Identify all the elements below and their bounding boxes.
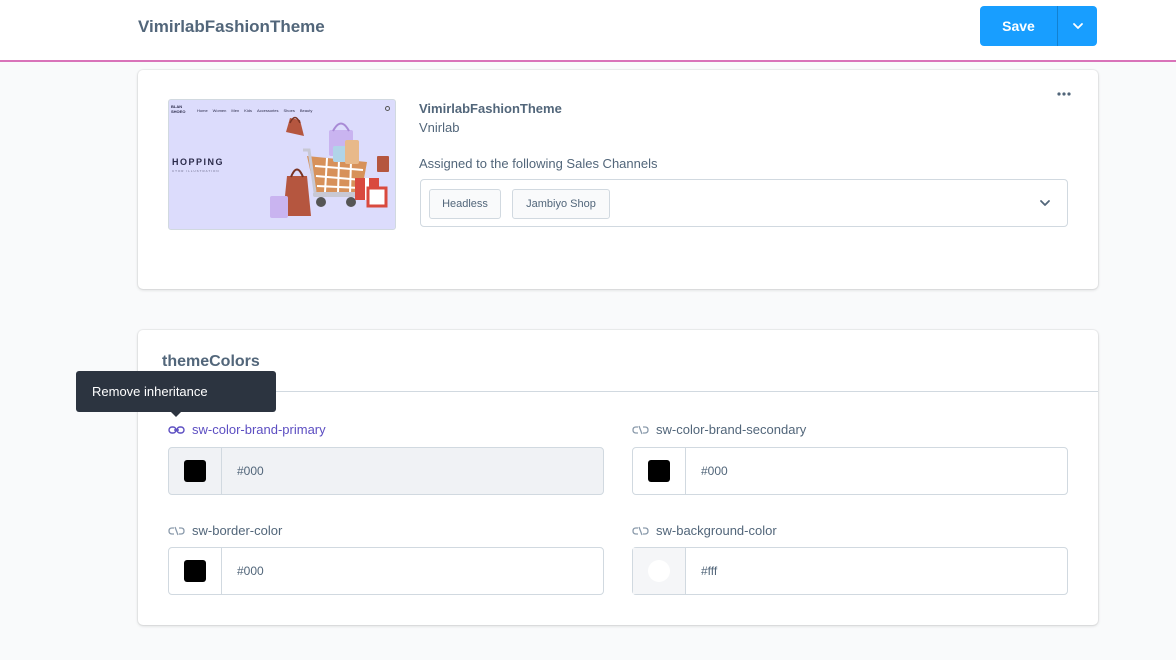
sales-channel-chip[interactable]: Jambiyo Shop xyxy=(512,189,610,219)
save-button-group: Save xyxy=(980,6,1097,46)
field-label-background-color: sw-background-color xyxy=(632,523,777,538)
color-picker-trigger[interactable] xyxy=(169,548,222,594)
color-picker-trigger[interactable] xyxy=(633,448,686,494)
color-picker-trigger[interactable] xyxy=(169,448,222,494)
color-value-input[interactable]: #000 xyxy=(222,548,264,594)
field-label-border-color: sw-border-color xyxy=(168,523,282,538)
more-actions-button[interactable] xyxy=(1052,86,1076,102)
theme-preview-image: BLAN SHOEO Home Women Men Kids Accessories Sho… xyxy=(168,99,396,230)
top-bar: VimirlabFashionTheme Save xyxy=(0,0,1176,62)
sales-channels-select[interactable]: Headless Jambiyo Shop xyxy=(420,179,1068,227)
broken-link-icon[interactable] xyxy=(632,425,649,435)
tooltip-arrow xyxy=(170,411,182,417)
broken-link-icon[interactable] xyxy=(168,526,185,536)
color-swatch xyxy=(184,560,206,582)
field-label-brand-secondary: sw-color-brand-secondary xyxy=(632,422,806,437)
color-value-input[interactable]: #fff xyxy=(686,548,717,594)
shopping-cart-illustration xyxy=(270,116,389,218)
color-picker-trigger[interactable] xyxy=(633,548,686,594)
page-title: VimirlabFashionTheme xyxy=(138,17,325,36)
field-label-text: sw-color-brand-primary xyxy=(192,422,326,437)
sales-channel-chip[interactable]: Headless xyxy=(429,189,501,219)
color-field-brand-secondary[interactable]: #000 xyxy=(632,447,1068,495)
field-label-brand-primary: sw-color-brand-primary xyxy=(168,422,326,437)
save-options-button[interactable] xyxy=(1057,6,1097,46)
theme-author: Vnirlab xyxy=(419,120,460,135)
color-swatch xyxy=(184,460,206,482)
color-field-brand-primary[interactable]: #000 xyxy=(168,447,604,495)
color-value-input[interactable]: #000 xyxy=(686,448,728,494)
sales-channels-label: Assigned to the following Sales Channels xyxy=(419,156,658,171)
chevron-down-icon[interactable] xyxy=(1039,197,1051,209)
field-label-text: sw-background-color xyxy=(656,523,777,538)
color-field-background-color[interactable]: #fff xyxy=(632,547,1068,595)
more-horizontal-icon xyxy=(1057,92,1071,96)
tooltip: Remove inheritance xyxy=(76,371,276,412)
color-field-border-color[interactable]: #000 xyxy=(168,547,604,595)
color-value-input[interactable]: #000 xyxy=(222,448,264,494)
save-button[interactable]: Save xyxy=(980,6,1057,46)
field-label-text: sw-border-color xyxy=(192,523,283,538)
broken-link-icon[interactable] xyxy=(632,526,649,536)
divider xyxy=(138,391,1098,392)
link-icon[interactable] xyxy=(168,425,185,435)
section-title: themeColors xyxy=(162,353,260,370)
theme-info-card: BLAN SHOEO Home Women Men Kids Accessories Sho… xyxy=(138,70,1098,289)
color-swatch xyxy=(648,560,670,582)
theme-name: VimirlabFashionTheme xyxy=(419,101,562,116)
field-label-text: sw-color-brand-secondary xyxy=(656,422,807,437)
chevron-down-icon xyxy=(1072,23,1083,29)
color-swatch xyxy=(648,460,670,482)
theme-colors-card: themeColors sw-color-brand-primary #000 … xyxy=(138,330,1098,625)
